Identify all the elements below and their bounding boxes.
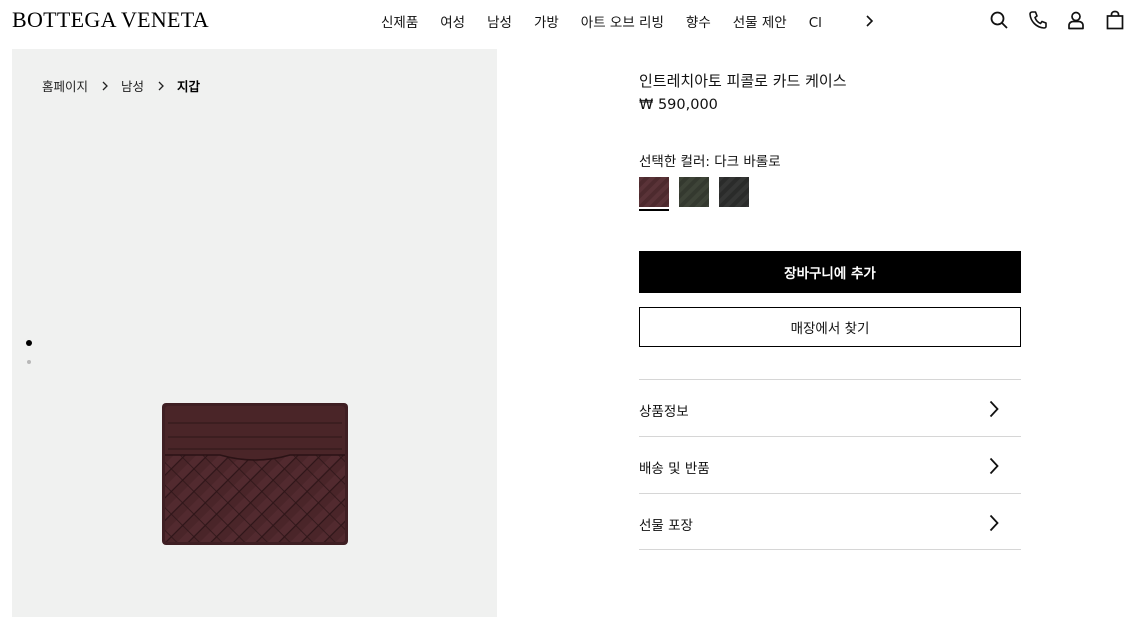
nav-item-women[interactable]: 여성	[440, 11, 465, 31]
chevron-right-icon	[102, 81, 108, 90]
nav-item-gifts[interactable]: 선물 제안	[733, 11, 787, 31]
shopping-bag-icon[interactable]	[1105, 10, 1125, 30]
product-title: 인트레치아토 피콜로 카드 케이스	[639, 72, 847, 90]
nav-item-bags[interactable]: 가방	[534, 11, 559, 31]
nav-item-art-of-living[interactable]: 아트 오브 리빙	[581, 11, 664, 31]
nav-item-fragrance[interactable]: 향수	[686, 11, 711, 31]
color-swatch-dark-barolo[interactable]	[639, 177, 669, 207]
accordion-label: 상품정보	[639, 404, 689, 420]
product-accordion: 상품정보 배송 및 반품 선물 포장	[639, 379, 1021, 550]
breadcrumb-men[interactable]: 남성	[121, 76, 144, 95]
chevron-right-icon	[989, 400, 999, 418]
chevron-right-icon	[158, 81, 164, 90]
breadcrumb: 홈페이지 남성 지갑	[42, 76, 200, 95]
color-swatch-black[interactable]	[719, 177, 749, 207]
accordion-item-gift-wrapping[interactable]: 선물 포장	[639, 493, 1021, 550]
brand-logo[interactable]: BOTTEGA VENETA	[12, 7, 209, 33]
selected-swatch-indicator	[639, 209, 669, 211]
carousel-dot-active[interactable]	[26, 340, 32, 346]
breadcrumb-wallets: 지갑	[177, 79, 201, 94]
accordion-item-product-info[interactable]: 상품정보	[639, 379, 1021, 436]
accordion-item-shipping-returns[interactable]: 배송 및 반품	[639, 436, 1021, 493]
chevron-right-icon	[989, 514, 999, 532]
nav-item-men[interactable]: 남성	[487, 11, 512, 31]
account-icon[interactable]	[1066, 10, 1086, 30]
nav-item-new[interactable]: 신제품	[381, 11, 418, 31]
breadcrumb-home[interactable]: 홈페이지	[42, 76, 88, 95]
chevron-right-icon[interactable]	[864, 12, 876, 30]
nav-item-truncated[interactable]: Cl	[809, 15, 822, 31]
product-image	[162, 403, 348, 545]
main-nav: 신제품 여성 남성 가방 아트 오브 리빙 향수 선물 제안 Cl	[381, 11, 841, 31]
add-to-cart-button[interactable]: 장바구니에 추가	[639, 251, 1021, 293]
product-price: ₩ 590,000	[639, 97, 718, 113]
chevron-right-icon	[989, 457, 999, 475]
phone-icon[interactable]	[1028, 10, 1048, 30]
product-image-panel: 홈페이지 남성 지갑	[12, 49, 497, 617]
site-header: BOTTEGA VENETA 신제품 여성 남성 가방 아트 오브 리빙 향수 선물 제안 C…	[0, 0, 1138, 42]
selected-color-label: 선택한 컬러: 다크 바롤로	[639, 154, 781, 170]
color-swatch-green[interactable]	[679, 177, 709, 207]
accordion-label: 선물 포장	[639, 518, 693, 534]
find-in-store-button[interactable]: 매장에서 찾기	[639, 307, 1021, 347]
carousel-dot[interactable]	[27, 360, 31, 364]
accordion-label: 배송 및 반품	[639, 461, 710, 477]
search-icon[interactable]	[989, 10, 1009, 30]
